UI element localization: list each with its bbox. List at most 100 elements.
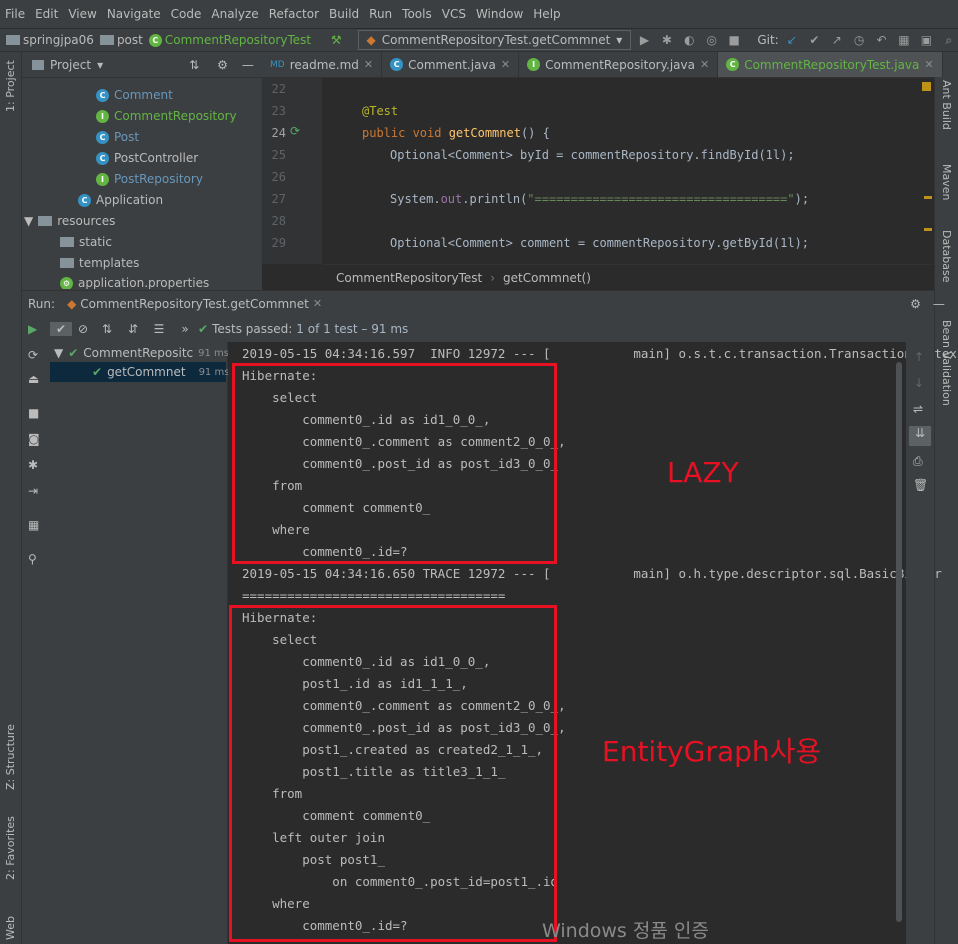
git-update-icon[interactable]: ↙ xyxy=(783,33,801,47)
more-icon[interactable]: » xyxy=(172,322,198,336)
project-structure-icon[interactable]: ▦ xyxy=(895,33,913,47)
tree-item-templates[interactable]: templates xyxy=(60,256,139,270)
breadcrumb-class[interactable]: C CommentRepositoryTest xyxy=(148,33,311,47)
tree-item-application-properties[interactable]: ⚙ application.properties xyxy=(60,277,209,289)
stop-icon[interactable]: ■ xyxy=(725,33,743,47)
tree-item-resources[interactable]: ▼ resources xyxy=(24,214,115,228)
tool-window-favorites[interactable]: 2: Favorites xyxy=(4,816,17,880)
run-test-gutter-icon[interactable]: ⟳ xyxy=(290,124,300,138)
pin-icon[interactable]: ⚲ xyxy=(28,552,37,566)
expand-arrow-icon[interactable]: ▼ xyxy=(24,214,33,228)
rerun-failed-icon[interactable]: ⟳ xyxy=(28,348,38,362)
search-icon[interactable]: ⌕ xyxy=(940,33,958,48)
breadcrumb-package[interactable]: post xyxy=(99,33,143,47)
tree-item-static[interactable]: static xyxy=(60,235,112,249)
gear-icon[interactable]: ⚙ xyxy=(910,297,921,311)
sort-duration-icon[interactable]: ⇵ xyxy=(120,322,146,336)
project-panel-title[interactable]: Project xyxy=(50,58,91,72)
expand-all-icon[interactable]: ☰ xyxy=(146,322,172,336)
git-push-icon[interactable]: ↗ xyxy=(828,33,846,47)
menu-refactor[interactable]: Refactor xyxy=(269,7,319,21)
tab-comment-repository-java[interactable]: I CommentRepository.java ✕ xyxy=(519,52,719,77)
class-icon: C xyxy=(78,193,91,207)
warning-stripe[interactable] xyxy=(924,228,932,231)
expand-arrow-icon[interactable]: ▼ xyxy=(54,346,63,360)
menu-tools[interactable]: Tools xyxy=(402,7,432,21)
breadcrumb-method[interactable]: getCommnet() xyxy=(503,271,591,285)
tool-window-maven[interactable]: Maven xyxy=(940,164,953,200)
tab-comment-java[interactable]: C Comment.java ✕ xyxy=(382,52,520,77)
coverage-icon[interactable]: ◐ xyxy=(680,33,698,47)
debug-icon[interactable]: ✱ xyxy=(658,33,676,47)
exit-icon[interactable]: ⇥ xyxy=(28,484,38,498)
menu-view[interactable]: View xyxy=(68,7,96,21)
git-history-icon[interactable]: ◷ xyxy=(850,33,868,47)
git-rollback-icon[interactable]: ↶ xyxy=(872,33,890,47)
tool-window-bean-validation[interactable]: Bean Validation xyxy=(940,320,953,406)
tool-window-structure[interactable]: Z: Structure xyxy=(4,724,17,790)
menu-window[interactable]: Window xyxy=(476,7,523,21)
menu-run[interactable]: Run xyxy=(369,7,392,21)
run-icon[interactable]: ▶ xyxy=(635,33,653,47)
scroll-to-end-icon[interactable]: ⇊ xyxy=(909,426,931,446)
tree-item-comment-repository[interactable]: I CommentRepository xyxy=(96,109,237,123)
code-editor[interactable]: @Test public void getCommnet() { Optiona… xyxy=(322,78,934,264)
menu-build[interactable]: Build xyxy=(329,7,359,21)
tree-item-post-controller[interactable]: C PostController xyxy=(96,151,198,165)
tab-readme[interactable]: MD readme.md ✕ xyxy=(262,52,383,77)
test-suite-row[interactable]: ▼ ✔ CommentRepositc 91 ms xyxy=(54,346,229,360)
trash-icon[interactable]: 🗑 xyxy=(913,478,928,492)
menu-file[interactable]: File xyxy=(5,7,25,21)
console-scrollbar[interactable] xyxy=(896,362,902,922)
stop-icon[interactable]: ■ xyxy=(28,406,39,420)
tool-window-web[interactable]: Web xyxy=(4,916,17,940)
hide-icon[interactable]: — xyxy=(933,297,945,311)
menu-code[interactable]: Code xyxy=(171,7,202,21)
tree-item-post[interactable]: C Post xyxy=(96,130,139,144)
sort-alpha-icon[interactable]: ⇅ xyxy=(94,322,120,336)
close-icon[interactable]: ✕ xyxy=(501,58,510,71)
tree-item-post-repository[interactable]: I PostRepository xyxy=(96,172,203,186)
tab-comment-repository-test-java[interactable]: C CommentRepositoryTest.java ✕ xyxy=(718,52,943,77)
debug-icon[interactable]: ✱ xyxy=(28,458,38,472)
tool-window-ant-build[interactable]: Ant Build xyxy=(940,80,953,130)
menu-edit[interactable]: Edit xyxy=(35,7,58,21)
tool-window-project[interactable]: 1: Project xyxy=(4,60,17,112)
tree-item-application[interactable]: C Application xyxy=(78,193,163,207)
tree-item-comment[interactable]: C Comment xyxy=(96,88,173,102)
close-icon[interactable]: ✕ xyxy=(700,58,709,71)
chevron-down-icon[interactable]: ▾ xyxy=(97,58,103,72)
menu-help[interactable]: Help xyxy=(533,7,560,21)
show-ignored-icon[interactable]: ⊘ xyxy=(72,322,94,336)
collapse-icon[interactable]: ⇅ xyxy=(189,58,199,72)
breadcrumb-class[interactable]: CommentRepositoryTest xyxy=(336,271,482,285)
profile-icon[interactable]: ◎ xyxy=(703,33,721,47)
git-commit-icon[interactable]: ✔ xyxy=(805,33,823,47)
warning-stripe[interactable] xyxy=(924,196,932,199)
inspection-marker[interactable] xyxy=(922,82,931,91)
close-icon[interactable]: ✕ xyxy=(313,297,322,310)
tool-window-database[interactable]: Database xyxy=(940,230,953,283)
layout-icon[interactable]: ▦ xyxy=(28,518,39,532)
camera-icon[interactable]: ◙ xyxy=(28,432,40,446)
print-icon[interactable]: ⎙ xyxy=(913,454,923,469)
hide-icon[interactable]: — xyxy=(242,58,254,72)
run-tab[interactable]: CommentRepositoryTest.getCommnet xyxy=(80,297,309,311)
arrow-down-icon[interactable]: ↓ xyxy=(914,376,924,390)
soft-wrap-icon[interactable]: ⇌ xyxy=(913,402,923,416)
terminal-icon[interactable]: ▣ xyxy=(917,33,935,47)
run-configuration-select[interactable]: ◆ CommentRepositoryTest.getCommnet ▾ xyxy=(357,30,632,50)
arrow-up-icon[interactable]: ↑ xyxy=(914,350,924,364)
test-method-row[interactable]: ✔ getCommnet 91 ms xyxy=(50,362,229,382)
close-icon[interactable]: ✕ xyxy=(364,58,373,71)
close-icon[interactable]: ✕ xyxy=(924,58,933,71)
menu-analyze[interactable]: Analyze xyxy=(211,7,258,21)
rerun-icon[interactable]: ▶ xyxy=(28,322,50,336)
menu-vcs[interactable]: VCS xyxy=(442,7,466,21)
hammer-icon[interactable]: ⚒ xyxy=(327,33,345,47)
toggle-autotest-icon[interactable]: ⏏ xyxy=(28,372,39,386)
show-passed-icon[interactable]: ✔ xyxy=(50,322,72,336)
gear-icon[interactable]: ⚙ xyxy=(217,58,228,72)
menu-navigate[interactable]: Navigate xyxy=(107,7,161,21)
breadcrumb-project[interactable]: springjpa06 xyxy=(6,33,94,47)
